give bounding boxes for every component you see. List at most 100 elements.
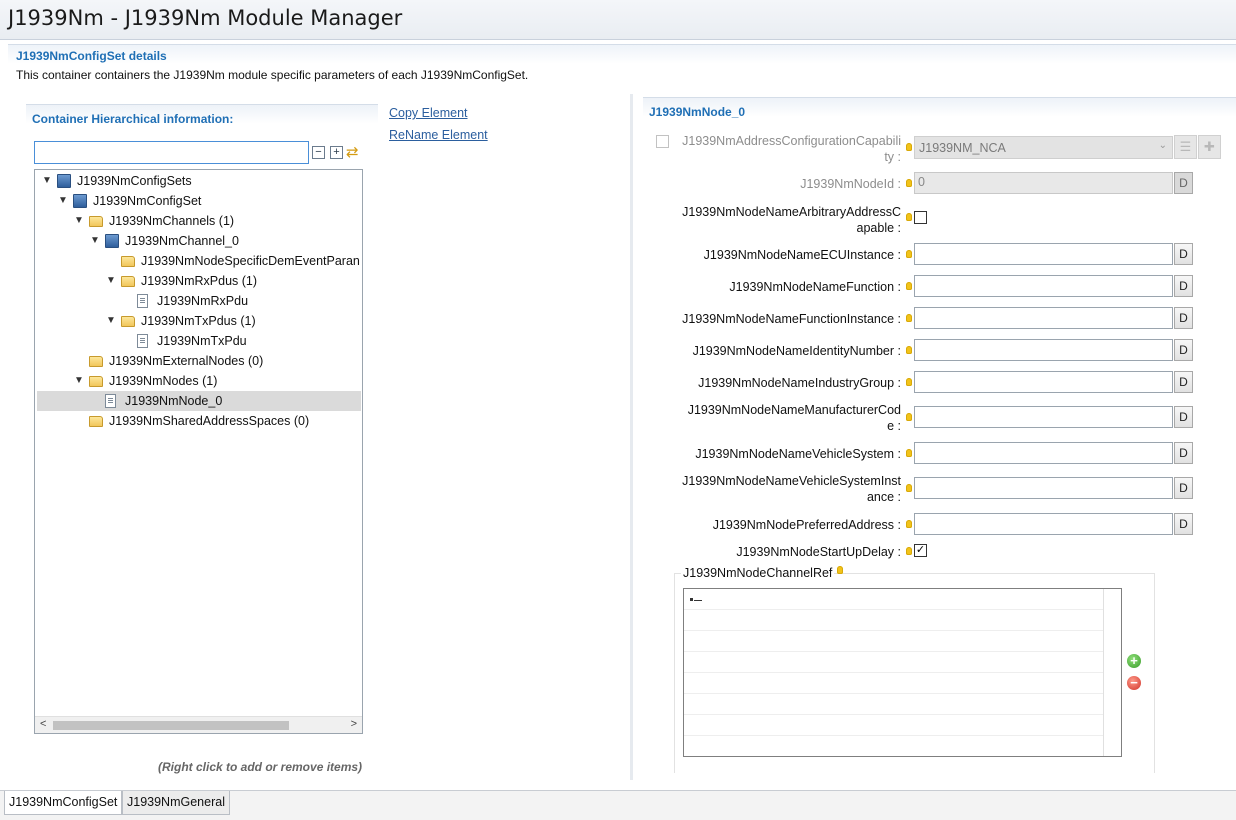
- manufacturer-code-field[interactable]: [914, 406, 1173, 428]
- hint-bulb-icon: [906, 213, 912, 221]
- identity-number-default-button[interactable]: D: [1174, 339, 1193, 361]
- vehicle-system-instance-label: J1939NmNodeNameVehicleSystemInst ance :: [661, 473, 901, 505]
- tree-node-label: J1939NmTxPdu: [157, 334, 247, 348]
- list-icon[interactable]: ☰: [1174, 135, 1197, 159]
- vehicle-system-field[interactable]: [914, 442, 1173, 464]
- channel-ref-table[interactable]: [683, 588, 1122, 757]
- chevron-down-icon[interactable]: ⌄: [1159, 140, 1167, 151]
- horizontal-scrollbar[interactable]: < >: [35, 716, 362, 733]
- tree-node[interactable]: J1939NmSharedAddressSpaces (0): [73, 411, 362, 431]
- industry-group-default-button[interactable]: D: [1174, 371, 1193, 393]
- scroll-left-icon[interactable]: <: [40, 718, 46, 730]
- add-reference-icon[interactable]: +: [1127, 654, 1141, 668]
- identity-number-field[interactable]: [914, 339, 1173, 361]
- chevron-down-icon[interactable]: ▼: [73, 371, 85, 391]
- chevron-down-icon[interactable]: ▼: [105, 271, 117, 291]
- tree-node[interactable]: J1939NmTxPdu: [121, 331, 362, 351]
- tree-node[interactable]: ▼ J1939NmRxPdus (1): [105, 271, 362, 291]
- tree-node-label: J1939NmConfigSets: [77, 174, 192, 188]
- industry-group-label: J1939NmNodeNameIndustryGroup :: [698, 376, 901, 390]
- document-icon: [105, 394, 116, 408]
- rename-element-link[interactable]: ReName Element: [389, 128, 488, 142]
- hint-bulb-icon: [906, 143, 912, 151]
- function-default-button[interactable]: D: [1174, 275, 1193, 297]
- scrollbar-thumb[interactable]: [53, 721, 289, 730]
- hierarchy-group-header: Container Hierarchical information:: [26, 104, 378, 126]
- startup-delay-checkbox[interactable]: ✓: [914, 544, 927, 557]
- window-title: J1939Nm - J1939Nm Module Manager: [8, 6, 403, 30]
- vehicle-system-instance-default-button[interactable]: D: [1174, 477, 1193, 499]
- config-icon: [57, 174, 71, 188]
- chevron-down-icon[interactable]: ▼: [73, 211, 85, 231]
- address-config-label-line1: J1939NmAddressConfigurationCapabili: [682, 134, 901, 148]
- function-instance-field[interactable]: [914, 307, 1173, 329]
- ecu-instance-label: J1939NmNodeNameECUInstance :: [703, 248, 901, 262]
- preferred-address-default-button[interactable]: D: [1174, 513, 1193, 535]
- tab-j1939nmconfigset[interactable]: J1939NmConfigSet: [4, 791, 123, 815]
- table-row[interactable]: [684, 589, 1103, 610]
- add-icon[interactable]: ✚: [1198, 135, 1221, 159]
- arb-address-checkbox[interactable]: [914, 211, 927, 224]
- function-instance-label: J1939NmNodeNameFunctionInstance :: [682, 312, 901, 326]
- folder-icon: [89, 376, 103, 387]
- table-row[interactable]: [684, 715, 1103, 736]
- hint-bulb-icon: [906, 314, 912, 322]
- expand-all-icon[interactable]: +: [330, 146, 343, 159]
- table-row[interactable]: [684, 652, 1103, 673]
- table-row[interactable]: [684, 736, 1103, 756]
- hint-bulb-icon: [837, 566, 843, 574]
- container-tree[interactable]: ▼ J1939NmConfigSets ▼ J1939NmConfigSet ▼…: [34, 169, 363, 734]
- hint-bulb-icon: [906, 413, 912, 421]
- preferred-address-field[interactable]: [914, 513, 1173, 535]
- table-row[interactable]: [684, 694, 1103, 715]
- pane-divider[interactable]: [630, 94, 633, 780]
- industry-group-field[interactable]: [914, 371, 1173, 393]
- table-row[interactable]: [684, 631, 1103, 652]
- ecu-instance-default-button[interactable]: D: [1174, 243, 1193, 265]
- hint-bulb-icon: [906, 282, 912, 290]
- chevron-down-icon[interactable]: ▼: [41, 171, 53, 191]
- tree-filter-input[interactable]: [34, 141, 309, 164]
- table-row[interactable]: [684, 673, 1103, 694]
- tree-node[interactable]: ▼ J1939NmChannels (1): [73, 211, 362, 231]
- scroll-right-icon[interactable]: >: [351, 718, 357, 730]
- node-id-default-button[interactable]: D: [1174, 172, 1193, 194]
- tree-node[interactable]: ▼ J1939NmChannel_0: [89, 231, 362, 251]
- hierarchy-heading: Container Hierarchical information:: [32, 112, 234, 126]
- tree-node[interactable]: ▼ J1939NmConfigSets: [41, 171, 362, 191]
- tree-node-label: J1939NmChannel_0: [125, 234, 239, 248]
- address-config-select[interactable]: J1939NM_NCA ⌄: [914, 136, 1173, 159]
- tree-node[interactable]: ▼ J1939NmNodes (1): [73, 371, 362, 391]
- tree-node[interactable]: ▼ J1939NmConfigSet: [57, 191, 362, 211]
- column-divider: [1103, 589, 1104, 756]
- folder-icon: [121, 276, 135, 287]
- chevron-down-icon[interactable]: ▼: [57, 191, 69, 211]
- hint-bulb-icon: [906, 449, 912, 457]
- tab-j1939nmgeneral[interactable]: J1939NmGeneral: [122, 791, 230, 815]
- chevron-down-icon[interactable]: ▼: [89, 231, 101, 251]
- tree-node[interactable]: J1939NmNodeSpecificDemEventParan: [105, 251, 362, 271]
- hint-bulb-icon: [906, 250, 912, 258]
- collapse-all-icon[interactable]: −: [312, 146, 325, 159]
- manufacturer-code-default-button[interactable]: D: [1174, 406, 1193, 428]
- function-instance-default-button[interactable]: D: [1174, 307, 1193, 329]
- remove-reference-icon[interactable]: −: [1127, 676, 1141, 690]
- vehicle-system-label: J1939NmNodeNameVehicleSystem :: [695, 447, 901, 461]
- tree-node[interactable]: ▼ J1939NmTxPdus (1): [105, 311, 362, 331]
- function-field[interactable]: [914, 275, 1173, 297]
- link-with-editor-icon[interactable]: ⇄: [346, 143, 359, 161]
- chevron-down-icon[interactable]: ▼: [105, 311, 117, 331]
- node-id-field[interactable]: 0: [914, 172, 1173, 194]
- tree-node[interactable]: J1939NmExternalNodes (0): [73, 351, 362, 371]
- vehicle-system-instance-field[interactable]: [914, 477, 1173, 499]
- title-bar: J1939Nm - J1939Nm Module Manager: [0, 0, 1236, 40]
- table-row[interactable]: [684, 610, 1103, 631]
- copy-element-link[interactable]: Copy Element: [389, 106, 468, 120]
- tree-node[interactable]: J1939NmRxPdu: [121, 291, 362, 311]
- tree-node-selected[interactable]: J1939NmNode_0: [37, 391, 361, 411]
- tree-node-label: J1939NmConfigSet: [93, 194, 202, 208]
- vehicle-system-default-button[interactable]: D: [1174, 442, 1193, 464]
- row-marker-line: [694, 600, 702, 601]
- tree-node-label: J1939NmNodes (1): [109, 374, 218, 388]
- ecu-instance-field[interactable]: [914, 243, 1173, 265]
